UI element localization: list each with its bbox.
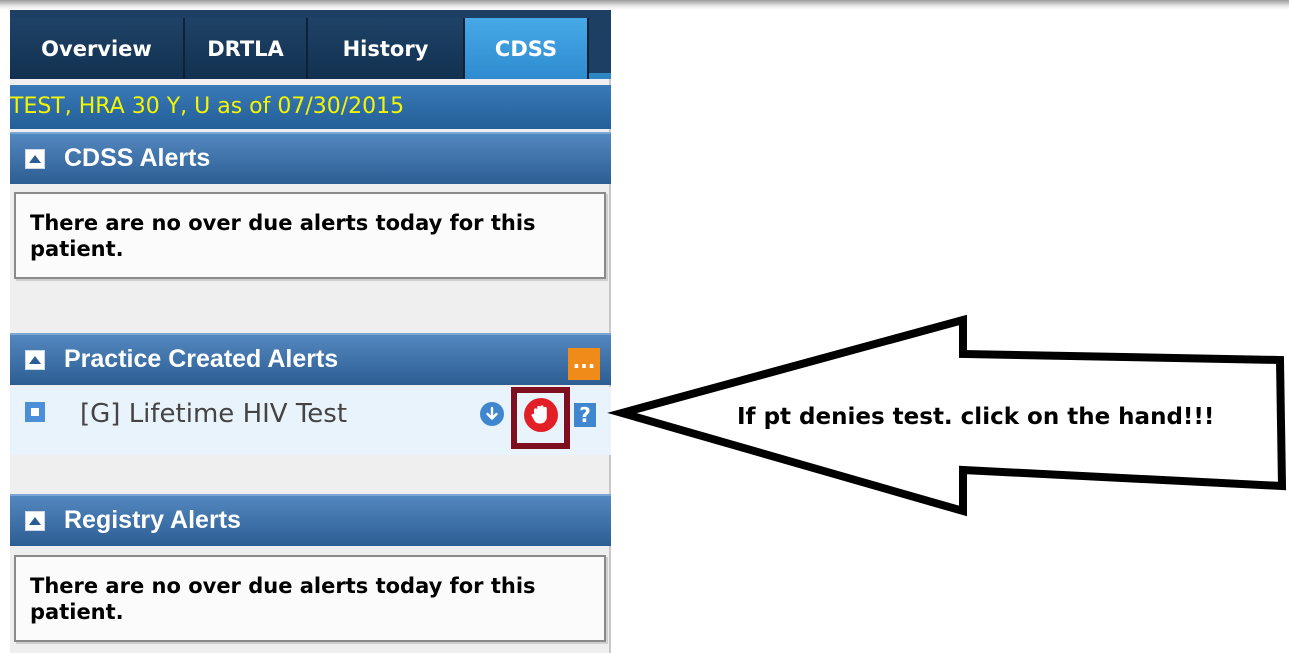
annotation-text: If pt denies test. click on the hand!!! [737,404,1215,430]
annotation-arrow [607,314,1287,517]
